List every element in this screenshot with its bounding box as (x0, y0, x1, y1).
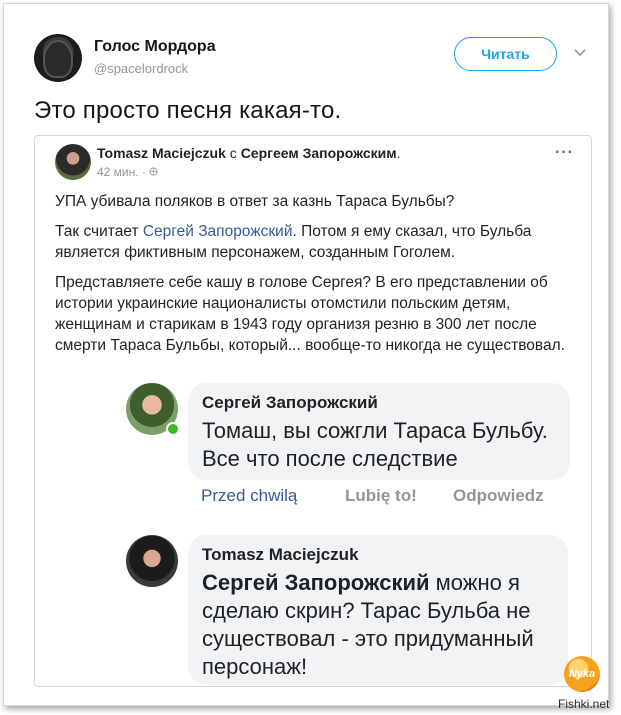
post-p2-before: Так считает (55, 223, 143, 240)
more-options-icon: ··· (555, 144, 574, 161)
tweet-text: Это просто песня какая-то. (34, 97, 342, 124)
comment-text: Томаш, вы сожгли Тараса Бульбу. Все что … (202, 418, 548, 471)
globe-icon (149, 167, 158, 176)
online-status-icon (166, 422, 180, 436)
post-header: Tomasz Maciejczuk с Сергеем Запорожским. (97, 145, 400, 161)
post-author-name: Tomasz Maciejczuk (97, 145, 226, 161)
watermark-text: Fishki.net (558, 697, 610, 711)
author-name[interactable]: Голос Мордора (94, 38, 216, 56)
avatar[interactable] (34, 34, 82, 82)
comment-bubble: Сергей Запорожский Томаш, вы сожгли Тара… (188, 383, 570, 480)
mention-link: Сергей Запорожский (142, 223, 293, 240)
embedded-screenshot: Tomasz Maciejczuk с Сергеем Запорожским.… (34, 135, 592, 687)
chevron-down-icon[interactable] (572, 44, 588, 60)
post-tagged-name: Сергеем Запорожским (240, 145, 397, 161)
avatar-hood-shape (43, 40, 73, 78)
comment-reply: Odpowiedz (453, 486, 544, 505)
comment-mention: Сергей Запорожский (202, 570, 430, 595)
post-timestamp: 42 мин. · (97, 165, 158, 179)
post-body: УПА убивала поляков в ответ за казнь Тар… (55, 191, 580, 365)
comment-avatar (126, 535, 178, 587)
post-paragraph-3: Представляете себе кашу в голове Сергея?… (55, 274, 565, 354)
comment-time: Przed chwilą (201, 486, 298, 505)
post-author-avatar (55, 144, 91, 180)
comment-text: Сергей Запорожский можно я сделаю скрин?… (202, 569, 554, 681)
post-time-text: 42 мин. · (97, 165, 150, 179)
site-logo: Nyka (564, 656, 600, 692)
post-frame: Голос Мордора @spacelordrock Читать Это … (3, 3, 609, 711)
comment-author: Сергей Запорожский (202, 393, 378, 412)
post-paragraph-1: УПА убивала поляков в ответ за казнь Тар… (55, 193, 455, 210)
post-paragraph-2: Так считает Сергей Запорожский. Потом я … (55, 221, 580, 263)
follow-button[interactable]: Читать (454, 37, 557, 71)
comment-like: Lubię to! (345, 486, 417, 505)
post-with-suffix: . (396, 145, 401, 161)
comment-author: Tomasz Maciejczuk (202, 545, 359, 564)
author-handle[interactable]: @spacelordrock (94, 61, 188, 76)
comment-bubble: Tomasz Maciejczuk Сергей Запорожский мож… (188, 535, 568, 685)
post-with-prefix: с (225, 145, 241, 161)
